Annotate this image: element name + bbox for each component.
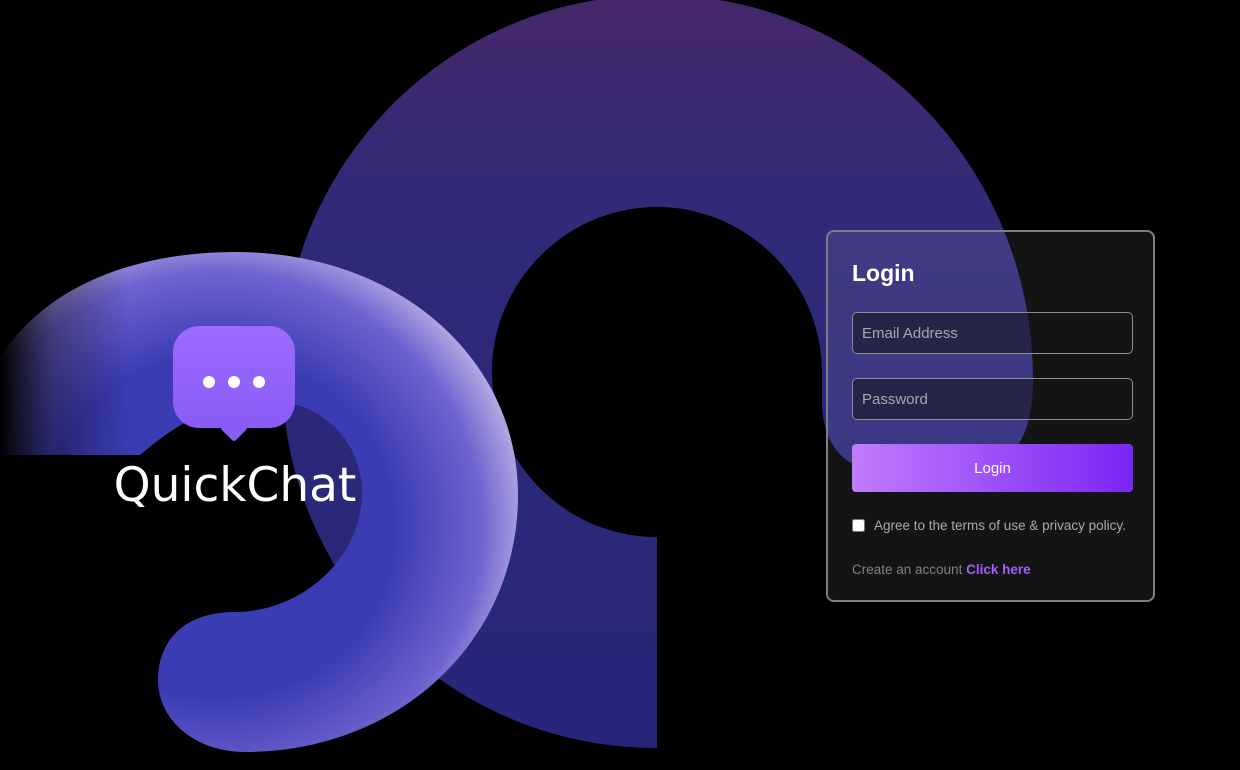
- dot-icon: [253, 376, 265, 388]
- create-account-row: Create an account Click here: [852, 562, 1031, 577]
- email-field[interactable]: [852, 312, 1133, 354]
- brand-name: QuickChat: [113, 458, 357, 513]
- terms-label: Agree to the terms of use & privacy poli…: [874, 518, 1126, 533]
- terms-checkbox[interactable]: [852, 519, 865, 532]
- chat-bubble-icon: [173, 326, 295, 428]
- dot-icon: [203, 376, 215, 388]
- login-title: Login: [852, 260, 915, 286]
- login-card: Login Login Agree to the terms of use & …: [826, 230, 1155, 602]
- create-account-link[interactable]: Click here: [966, 562, 1031, 577]
- brand-logo: QuickChat: [110, 326, 360, 516]
- create-account-text: Create an account: [852, 562, 967, 577]
- login-button[interactable]: Login: [852, 444, 1133, 492]
- dot-icon: [228, 376, 240, 388]
- terms-agreement[interactable]: Agree to the terms of use & privacy poli…: [852, 518, 1126, 533]
- password-field[interactable]: [852, 378, 1133, 420]
